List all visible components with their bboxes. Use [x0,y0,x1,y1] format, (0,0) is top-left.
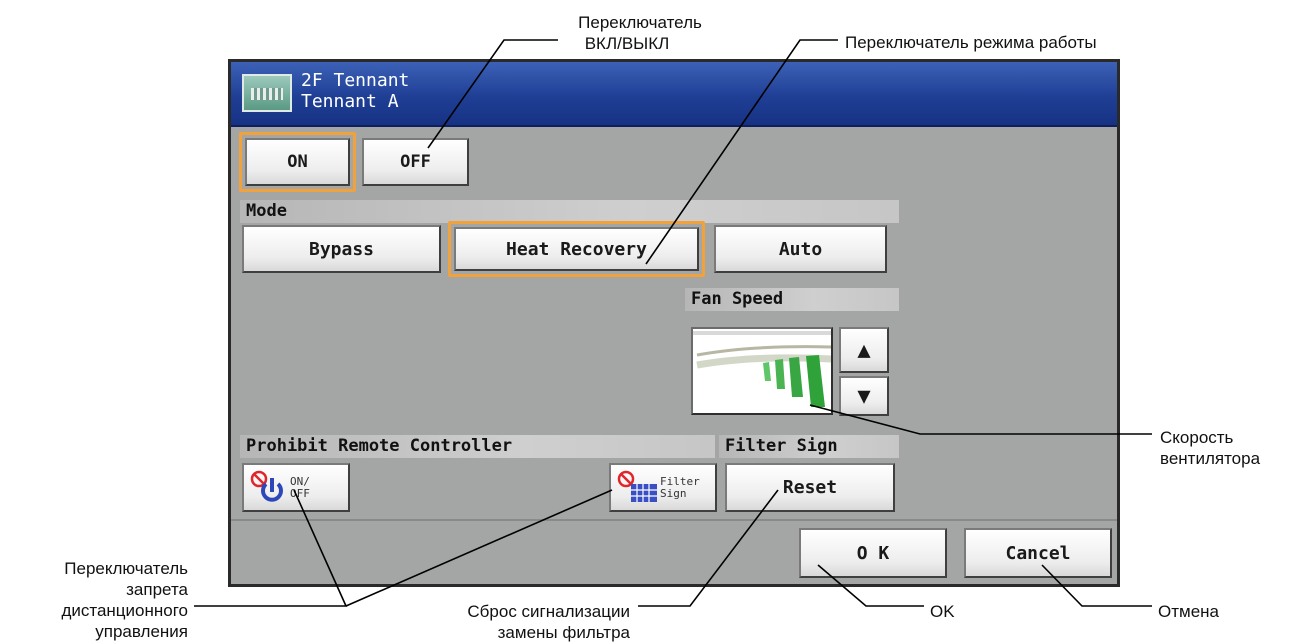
prohibit-filter-text: Filter Sign [660,474,700,500]
bypass-button[interactable]: Bypass [242,225,441,273]
footer-divider [231,519,1117,521]
fan-speed-label: Fan Speed [685,288,899,311]
annotation-mode: Переключатель режима работы [845,33,1097,52]
annotation-fan-line2: вентилятора [1160,449,1261,468]
annotation-ok: OK [930,602,955,621]
annotation-prohibit: Переключатель запрета дистанционного упр… [0,558,188,642]
prohibit-onoff-button[interactable]: ON/ OFF [242,463,350,512]
fan-speed-up-button[interactable]: ▲ [839,327,889,373]
annotation-prohibit-line2: запрета [126,580,188,599]
prohibit-label: Prohibit Remote Controller [240,435,715,458]
filter-sign-label: Filter Sign [719,435,899,458]
filter-prohibit-icon [617,470,657,502]
mode-label: Mode [240,200,899,223]
title-bar: 2F Tennant Tennant A [231,62,1117,127]
annotation-onoff: Переключатель ВКЛ/ВЫКЛ [540,12,740,54]
prohibit-filter-sign-button[interactable]: Filter Sign [609,463,717,512]
indoor-unit-icon [242,74,292,112]
off-button[interactable]: OFF [362,138,469,186]
ok-button[interactable]: O K [799,528,947,578]
title-line1: 2F Tennant [301,70,410,91]
auto-button[interactable]: Auto [714,225,887,273]
title-line2: Tennant A [301,91,399,112]
fan-speed-down-button[interactable]: ▼ [839,376,889,416]
heat-recovery-button[interactable]: Heat Recovery [454,227,699,271]
annotation-prohibit-line1: Переключатель [64,559,188,578]
filter-reset-button[interactable]: Reset [725,463,895,512]
annotation-fan-line1: Скорость [1160,428,1234,447]
prohibit-onoff-line1: ON/ [290,474,310,488]
cancel-button[interactable]: Cancel [964,528,1112,578]
annotation-onoff-line1: Переключатель [578,13,702,32]
prohibit-filter-line2: Sign [660,486,687,500]
annotation-filter-reset: Сброс сигнализации замены фильтра [320,601,630,643]
annotation-filter-reset-line1: Сброс сигнализации [467,602,630,621]
fan-speed-indicator [691,327,833,415]
title-text: 2F Tennant Tennant A [301,70,409,112]
annotation-cancel: Отмена [1158,602,1219,621]
fan-speed-graphic [693,331,831,407]
controller-window: 2F Tennant Tennant A ON OFF Mode Bypass … [228,59,1120,587]
annotation-prohibit-line3: дистанционного [61,601,188,620]
power-prohibit-icon [250,470,283,502]
on-button[interactable]: ON [245,138,350,186]
annotation-prohibit-line4: управления [95,622,188,641]
prohibit-onoff-text: ON/ OFF [290,474,310,500]
annotation-fan-speed: Скорость вентилятора [1160,427,1300,469]
annotation-onoff-line2: ВКЛ/ВЫКЛ [584,34,670,53]
prohibit-onoff-line2: OFF [290,486,310,500]
annotation-filter-reset-line2: замены фильтра [497,623,630,642]
prohibit-filter-line1: Filter [660,474,700,488]
